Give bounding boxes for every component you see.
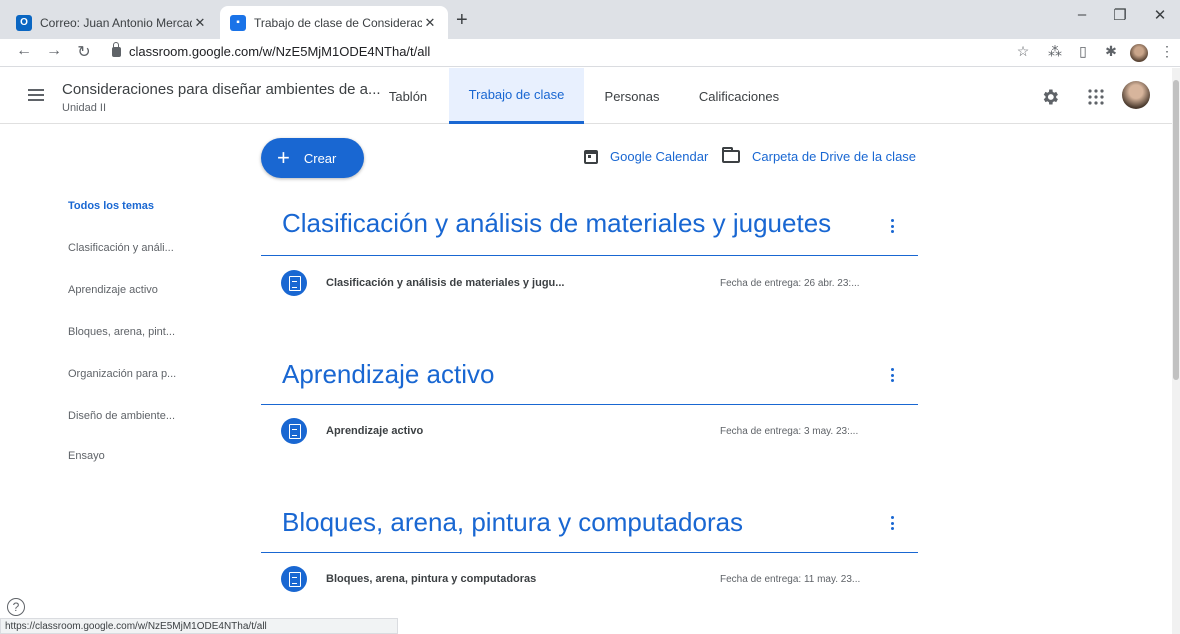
close-tab-icon[interactable]: ✕ bbox=[192, 15, 208, 31]
lock-icon bbox=[112, 41, 121, 57]
create-button[interactable]: + Crear bbox=[261, 138, 364, 178]
reader-icon[interactable]: ▯ bbox=[1072, 43, 1094, 60]
topic-diseno[interactable]: Diseño de ambiente... bbox=[68, 410, 175, 422]
section-divider bbox=[261, 255, 918, 256]
tab-trabajo-de-clase[interactable]: Trabajo de clase bbox=[449, 68, 584, 124]
browser-tab-outlook[interactable]: O Correo: Juan Antonio Mercado P ✕ bbox=[6, 6, 218, 39]
browser-tab-title: Correo: Juan Antonio Mercado P bbox=[40, 15, 192, 30]
url-text: classroom.google.com/w/NzE5MjM1ODE4NTha/… bbox=[129, 44, 431, 59]
item-title: Bloques, arena, pintura y computadoras bbox=[326, 573, 537, 585]
list-item[interactable]: Bloques, arena, pintura y computadoras F… bbox=[261, 562, 918, 602]
apps-grid-icon[interactable] bbox=[1084, 85, 1108, 109]
more-options-icon[interactable] bbox=[886, 514, 898, 532]
topic-aprendizaje[interactable]: Aprendizaje activo bbox=[68, 284, 158, 296]
item-title: Clasificación y análisis de materiales y… bbox=[326, 277, 565, 289]
topic-ensayo[interactable]: Ensayo bbox=[68, 450, 105, 462]
list-item[interactable]: Aprendizaje activo Fecha de entrega: 3 m… bbox=[261, 414, 918, 454]
section-divider bbox=[261, 552, 918, 553]
plus-icon: + bbox=[277, 145, 290, 170]
close-window-icon[interactable]: ✕ bbox=[1140, 6, 1180, 24]
browser-tab-bar: O Correo: Juan Antonio Mercado P ✕ ▪ Tra… bbox=[0, 0, 1180, 39]
folder-icon bbox=[722, 147, 740, 163]
new-tab-icon[interactable]: + bbox=[456, 10, 468, 30]
browser-tab-classroom[interactable]: ▪ Trabajo de clase de Consideracio ✕ bbox=[220, 6, 448, 39]
more-options-icon[interactable] bbox=[886, 217, 898, 235]
section-title: Clasificación y análisis de materiales y… bbox=[282, 208, 832, 238]
forward-icon[interactable]: → bbox=[44, 42, 64, 60]
star-icon[interactable]: ☆ bbox=[1012, 43, 1034, 60]
browser-menu-icon[interactable]: ⋮ bbox=[1156, 43, 1178, 60]
status-bar: https://classroom.google.com/w/NzE5MjM1O… bbox=[0, 618, 398, 634]
profile-avatar[interactable] bbox=[1130, 44, 1148, 62]
drive-folder-link[interactable]: Carpeta de Drive de la clase bbox=[722, 147, 917, 164]
gear-icon[interactable] bbox=[1038, 85, 1062, 109]
scrollbar-thumb[interactable] bbox=[1173, 80, 1179, 380]
extension-icon[interactable]: ⁂ bbox=[1044, 43, 1066, 60]
restore-icon[interactable]: ❐ bbox=[1100, 6, 1140, 24]
assignment-icon bbox=[281, 566, 307, 592]
help-icon[interactable]: ? bbox=[7, 598, 25, 616]
reload-icon[interactable]: ↻ bbox=[74, 42, 94, 62]
browser-tab-title: Trabajo de clase de Consideracio bbox=[254, 15, 422, 30]
section-title: Aprendizaje activo bbox=[282, 359, 495, 389]
create-label: Crear bbox=[303, 150, 337, 166]
assignment-icon bbox=[281, 270, 307, 296]
topic-bloques[interactable]: Bloques, arena, pint... bbox=[68, 326, 175, 338]
item-due-date: Fecha de entrega: 11 may. 23... bbox=[720, 574, 861, 585]
app-header: Consideraciones para diseñar ambientes d… bbox=[0, 68, 1180, 124]
more-options-icon[interactable] bbox=[886, 366, 898, 384]
hamburger-menu-icon[interactable] bbox=[28, 89, 44, 101]
topic-organizacion[interactable]: Organización para p... bbox=[68, 368, 176, 380]
url-field[interactable]: classroom.google.com/w/NzE5MjM1ODE4NTha/… bbox=[112, 41, 431, 59]
close-tab-icon[interactable]: ✕ bbox=[422, 15, 438, 31]
classroom-icon: ▪ bbox=[230, 14, 246, 31]
address-bar: ← → ↻ classroom.google.com/w/NzE5MjM1ODE… bbox=[0, 39, 1180, 67]
class-subtitle: Unidad II bbox=[62, 102, 107, 114]
google-calendar-link[interactable]: Google Calendar bbox=[584, 149, 708, 164]
section-title: Bloques, arena, pintura y computadoras bbox=[282, 507, 744, 537]
class-title[interactable]: Consideraciones para diseñar ambientes d… bbox=[62, 81, 381, 98]
calendar-label: Google Calendar bbox=[610, 149, 709, 164]
section-divider bbox=[261, 404, 918, 405]
drive-label: Carpeta de Drive de la clase bbox=[752, 149, 917, 164]
item-due-date: Fecha de entrega: 3 may. 23:... bbox=[720, 426, 859, 437]
calendar-icon bbox=[584, 149, 598, 164]
item-title: Aprendizaje activo bbox=[326, 425, 424, 437]
outlook-icon: O bbox=[16, 14, 32, 31]
tab-tablon[interactable]: Tablón bbox=[374, 68, 442, 124]
tab-calificaciones[interactable]: Calificaciones bbox=[684, 68, 794, 124]
puzzle-icon[interactable]: ✱ bbox=[1100, 43, 1122, 60]
list-item[interactable]: Clasificación y análisis de materiales y… bbox=[261, 266, 918, 306]
user-avatar[interactable] bbox=[1122, 81, 1150, 109]
tab-personas[interactable]: Personas bbox=[592, 68, 672, 124]
assignment-icon bbox=[281, 418, 307, 444]
topic-clasificacion[interactable]: Clasificación y análi... bbox=[68, 242, 174, 254]
minimize-icon[interactable]: – bbox=[1062, 6, 1102, 23]
item-due-date: Fecha de entrega: 26 abr. 23:... bbox=[720, 278, 860, 289]
back-icon[interactable]: ← bbox=[14, 42, 34, 60]
topic-todos[interactable]: Todos los temas bbox=[68, 200, 154, 212]
